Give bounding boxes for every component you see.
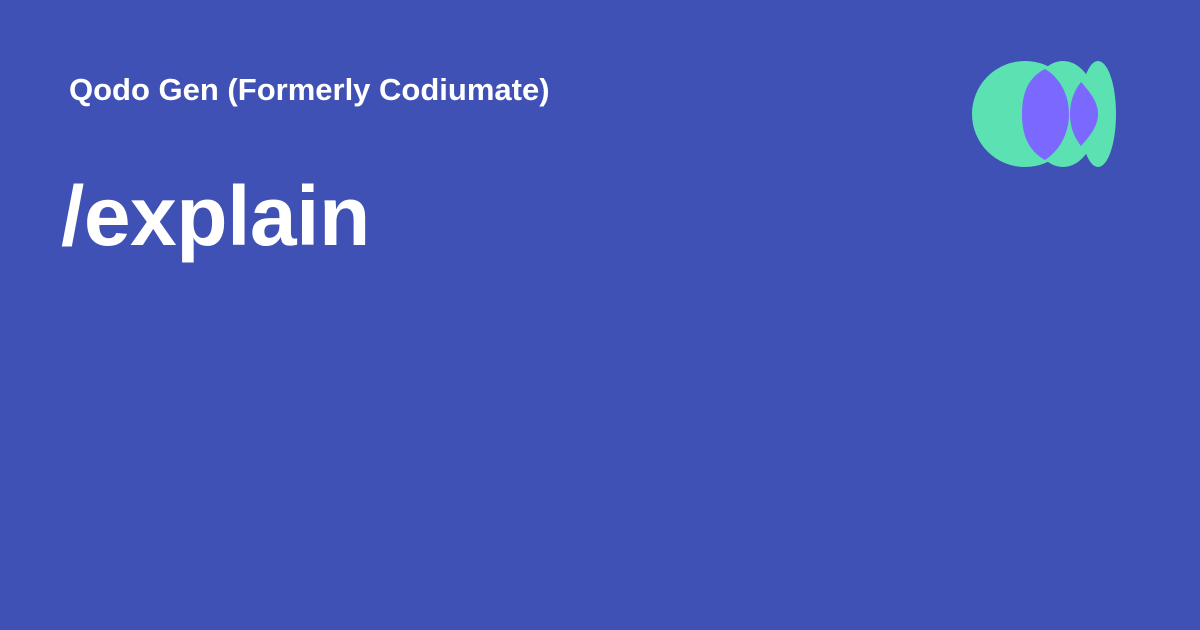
command-title: /explain xyxy=(61,169,370,263)
product-title: Qodo Gen (Formerly Codiumate) xyxy=(69,72,550,107)
social-preview-card: Qodo Gen (Formerly Codiumate) /explain xyxy=(0,0,1200,630)
qodo-logo-icon xyxy=(972,61,1116,167)
